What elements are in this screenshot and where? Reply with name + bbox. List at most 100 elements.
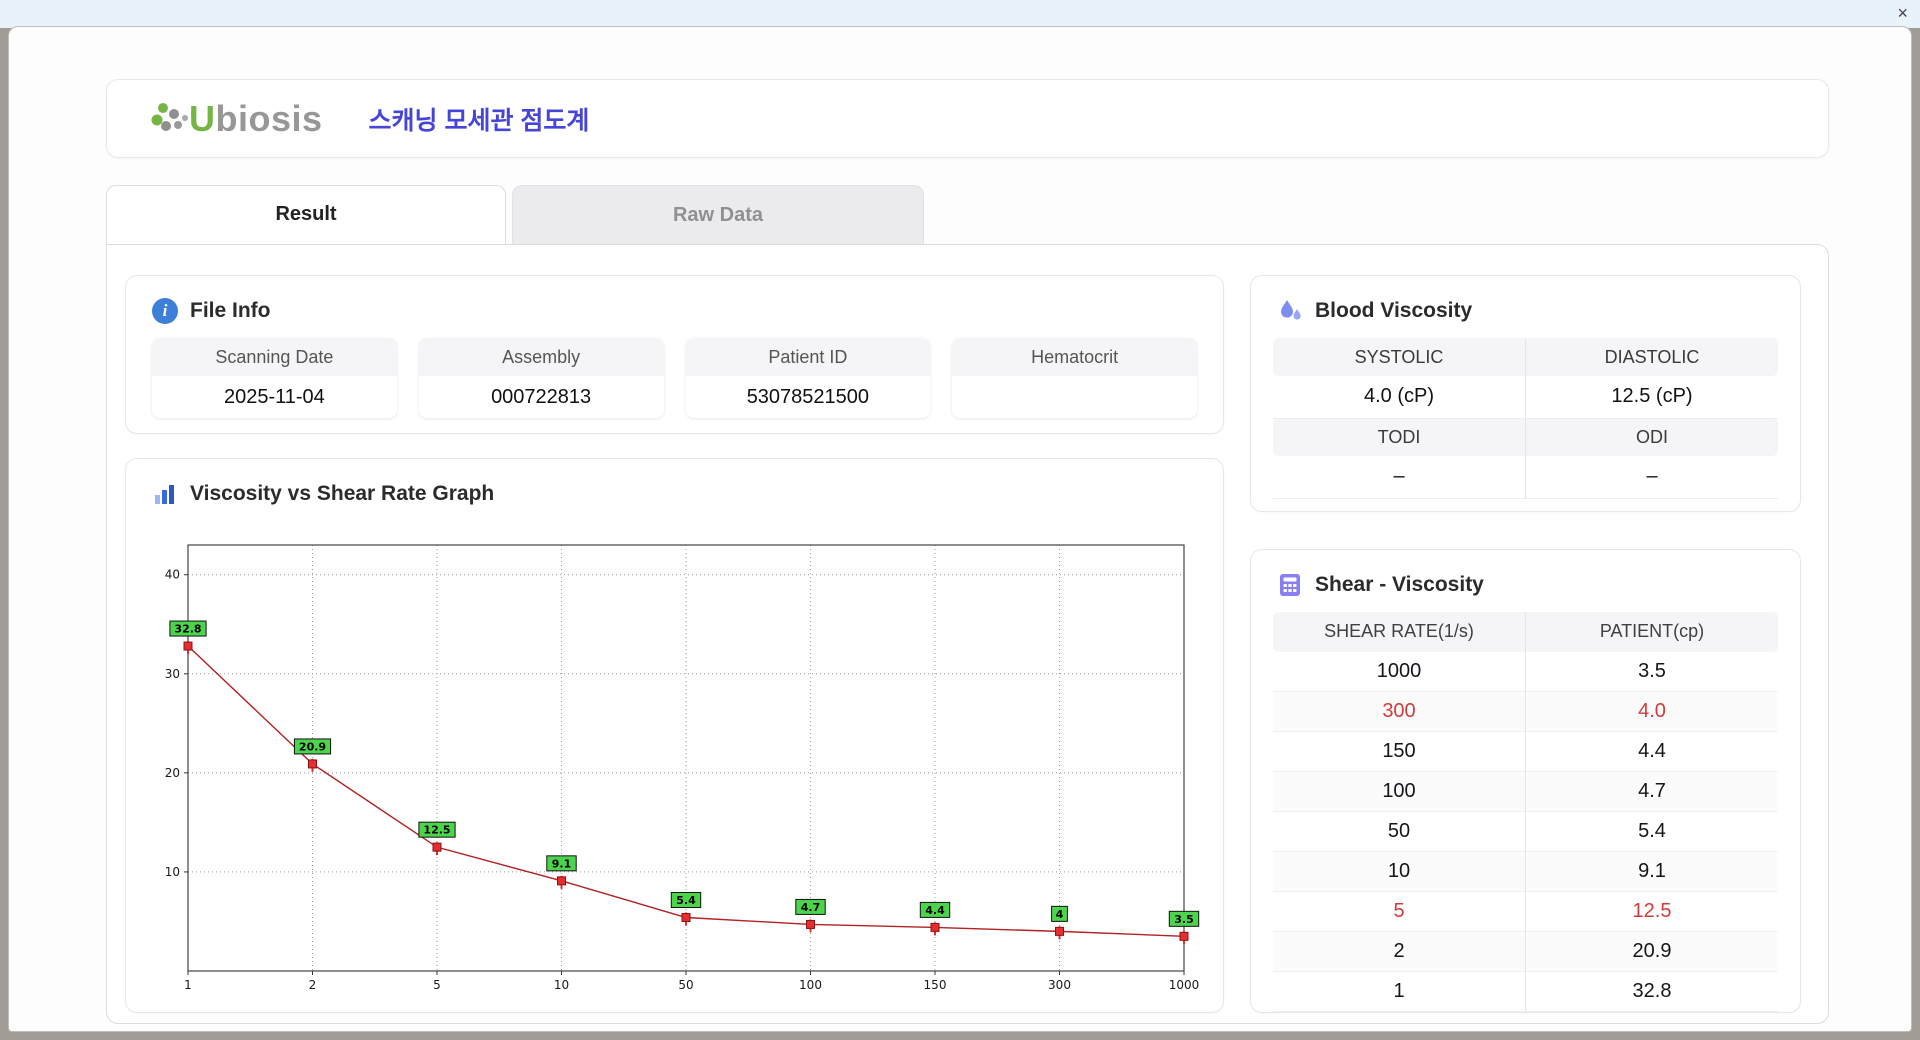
bv-value-row: – – xyxy=(1273,456,1778,499)
shear-rate-cell: 150 xyxy=(1273,731,1526,772)
bv-header-row: TODI ODI xyxy=(1273,418,1778,456)
close-icon[interactable]: × xyxy=(1897,3,1908,23)
field-value: 53078521500 xyxy=(746,386,870,408)
bv-value-systolic: 4.0 (cP) xyxy=(1273,376,1526,419)
shear-viscosity-card: Shear - Viscosity SHEAR RATE(1/s) PATIEN… xyxy=(1250,548,1801,1013)
svg-text:100: 100 xyxy=(799,978,822,992)
file-info-fields: Scanning Date 2025-11-04 Assembly 000722… xyxy=(126,338,1223,418)
svg-text:150: 150 xyxy=(924,978,947,992)
file-info-card: i File Info Scanning Date 2025-11-04 Ass… xyxy=(125,275,1224,434)
sv-col-shear-rate: SHEAR RATE(1/s) xyxy=(1273,611,1526,652)
logo-text-rest: biosis xyxy=(215,97,323,139)
desktop: × Ubiosis 스캐닝 모세관 점도계 Result Raw Data i … xyxy=(0,0,1920,1040)
patient-cell: 4.7 xyxy=(1525,771,1778,812)
bar-chart-icon xyxy=(155,484,174,504)
logo-text-u: U xyxy=(189,97,216,139)
svg-text:10: 10 xyxy=(554,978,569,992)
field-value xyxy=(952,376,1197,418)
bv-label-diastolic: DIASTOLIC xyxy=(1525,338,1778,376)
svg-text:9.1: 9.1 xyxy=(552,857,572,870)
bv-label-systolic: SYSTOLIC xyxy=(1273,338,1526,376)
bv-value-diastolic: 12.5 (cP) xyxy=(1525,376,1778,419)
field-label: Patient ID xyxy=(685,338,931,376)
table-row: 300 4.0 xyxy=(1273,691,1778,732)
svg-text:4: 4 xyxy=(1056,907,1064,920)
shear-rate-cell: 1 xyxy=(1273,971,1526,1012)
patient-cell: 4.4 xyxy=(1525,731,1778,772)
tab-result[interactable]: Result xyxy=(106,185,506,244)
graph-header: Viscosity vs Shear Rate Graph xyxy=(126,459,1223,521)
svg-text:1: 1 xyxy=(184,978,192,992)
bv-value-odi: – xyxy=(1525,456,1778,499)
table-row: 5 12.5 xyxy=(1273,891,1778,932)
field-value: 2025-11-04 xyxy=(223,386,325,408)
field-patient-id: Patient ID 53078521500 xyxy=(685,338,931,418)
shear-viscosity-title: Shear - Viscosity xyxy=(1315,572,1484,596)
viscosity-chart: 10 20 30 40 1 2 5 10 50 100 150 300 1000 32.8 20.9 12.5… xyxy=(126,521,1223,1008)
svg-text:4.4: 4.4 xyxy=(925,903,945,916)
blood-viscosity-title: Blood Viscosity xyxy=(1315,299,1473,322)
bv-value-todi: – xyxy=(1273,456,1526,499)
bv-label-todi: TODI xyxy=(1273,418,1526,456)
table-row: 150 4.4 xyxy=(1273,731,1778,772)
graph-card: Viscosity vs Shear Rate Graph 10 20 30 40 1 2… xyxy=(125,457,1224,1013)
shear-rate-cell: 5 xyxy=(1273,891,1526,932)
blood-viscosity-card: Blood Viscosity SYSTOLIC DIASTOLIC 4.0 (… xyxy=(1250,275,1801,512)
patient-cell: 4.0 xyxy=(1525,691,1778,732)
field-label: Scanning Date xyxy=(152,338,397,376)
right-column: Blood Viscosity SYSTOLIC DIASTOLIC 4.0 (… xyxy=(1250,275,1801,1013)
ubiosis-logo: Ubiosis xyxy=(149,96,323,142)
shear-rate-cell: 2 xyxy=(1273,931,1526,972)
tab-raw-data[interactable]: Raw Data xyxy=(512,185,924,244)
field-assembly: Assembly 000722813 xyxy=(418,338,664,418)
svg-text:2: 2 xyxy=(309,978,317,992)
svg-text:50: 50 xyxy=(678,978,693,992)
table-row: 10 9.1 xyxy=(1273,851,1778,892)
shear-rate-cell: 100 xyxy=(1273,771,1526,812)
table-row: 2 20.9 xyxy=(1273,931,1778,972)
header-card: Ubiosis 스캐닝 모세관 점도계 xyxy=(106,79,1829,158)
sv-col-patient: PATIENT(cp) xyxy=(1525,611,1778,652)
patient-cell: 20.9 xyxy=(1525,931,1778,972)
table-row: 50 5.4 xyxy=(1273,811,1778,852)
patient-cell: 9.1 xyxy=(1525,851,1778,892)
svg-text:30: 30 xyxy=(165,666,180,680)
svg-text:5: 5 xyxy=(433,978,441,992)
svg-text:1000: 1000 xyxy=(1169,978,1200,992)
shear-viscosity-table: SHEAR RATE(1/s) PATIENT(cp) 1000 3.5 300… xyxy=(1273,611,1778,1012)
svg-text:20: 20 xyxy=(165,765,180,779)
shear-rate-cell: 300 xyxy=(1273,691,1526,732)
bv-label-odi: ODI xyxy=(1525,418,1778,456)
patient-cell: 12.5 xyxy=(1525,891,1778,932)
patient-cell: 3.5 xyxy=(1525,651,1778,692)
table-row: 100 4.7 xyxy=(1273,771,1778,812)
patient-cell: 32.8 xyxy=(1525,971,1778,1012)
field-label: Hematocrit xyxy=(952,338,1197,376)
svg-text:40: 40 xyxy=(165,567,180,581)
field-label: Assembly xyxy=(418,338,664,376)
shear-rate-cell: 50 xyxy=(1273,811,1526,852)
titlebar: × xyxy=(0,0,1920,28)
page-title: 스캐닝 모세관 점도계 xyxy=(368,106,590,135)
blood-viscosity-table: SYSTOLIC DIASTOLIC 4.0 (cP) 12.5 (cP) TO… xyxy=(1273,338,1778,499)
svg-text:3.5: 3.5 xyxy=(1174,912,1194,925)
svg-text:5.4: 5.4 xyxy=(676,894,696,907)
content-panel: i File Info Scanning Date 2025-11-04 Ass… xyxy=(106,244,1829,1024)
shear-rate-cell: 1000 xyxy=(1273,651,1526,692)
svg-text:20.9: 20.9 xyxy=(299,740,326,753)
svg-text:4.7: 4.7 xyxy=(801,900,821,913)
svg-text:32.8: 32.8 xyxy=(174,622,201,635)
patient-cell: 5.4 xyxy=(1525,811,1778,852)
svg-text:300: 300 xyxy=(1048,978,1071,992)
left-column: i File Info Scanning Date 2025-11-04 Ass… xyxy=(125,275,1224,1013)
window-content: Ubiosis 스캐닝 모세관 점도계 Result Raw Data i Fi… xyxy=(9,27,1911,1024)
tab-bar: Result Raw Data xyxy=(106,185,1829,244)
sv-header-row: SHEAR RATE(1/s) PATIENT(cp) xyxy=(1273,611,1778,652)
info-icon: i xyxy=(152,298,178,324)
field-scanning-date: Scanning Date 2025-11-04 xyxy=(152,338,397,418)
field-hematocrit: Hematocrit xyxy=(952,338,1197,418)
file-info-title: File Info xyxy=(190,299,271,322)
shear-rate-cell: 10 xyxy=(1273,851,1526,892)
svg-text:10: 10 xyxy=(165,864,180,878)
file-info-header: i File Info xyxy=(126,276,1223,338)
